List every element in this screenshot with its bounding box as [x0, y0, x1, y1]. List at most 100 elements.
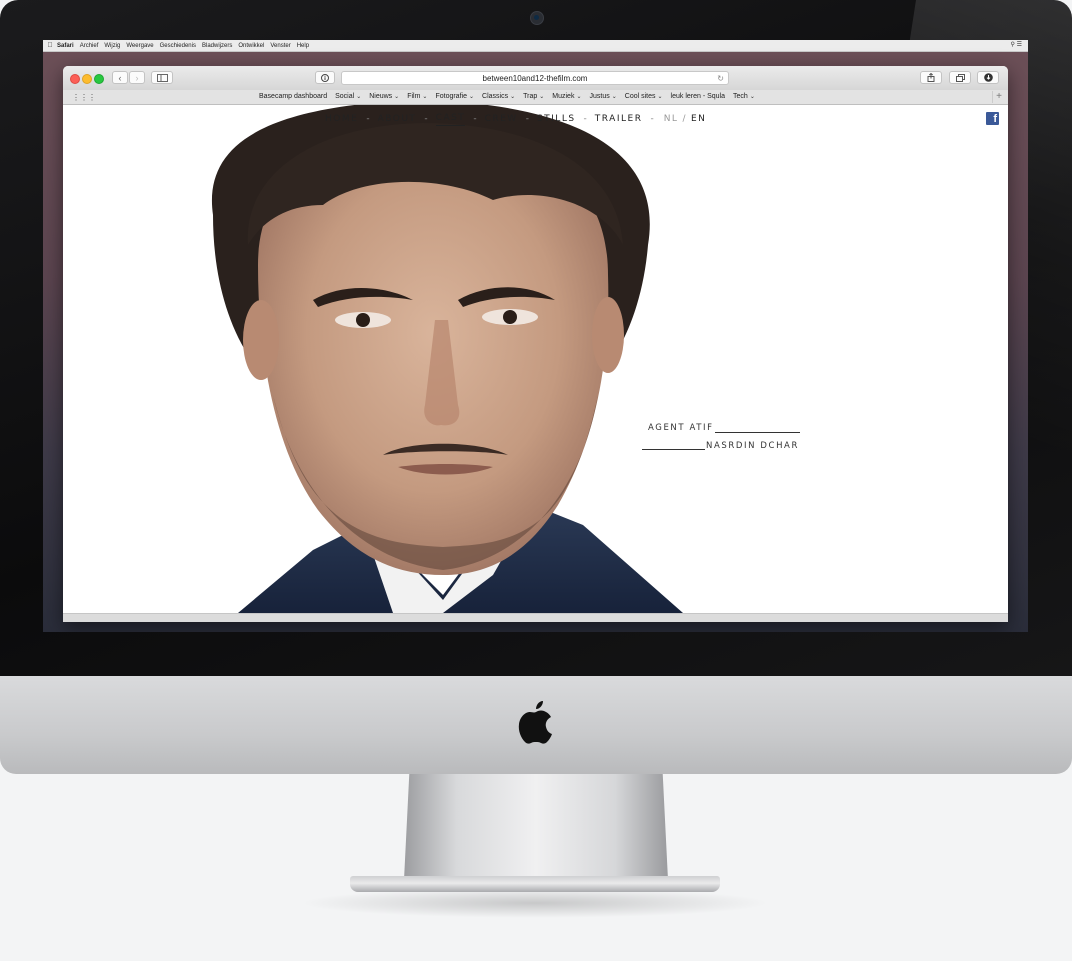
- download-icon: [983, 73, 993, 82]
- url-text: between10and12-thefilm.com: [482, 74, 588, 83]
- tabs-icon: [955, 73, 965, 82]
- bookmark-label: Classics: [482, 93, 509, 100]
- bookmark-fotografie[interactable]: Fotografie ⌄: [435, 93, 474, 100]
- menu-item-archief[interactable]: Archief: [80, 43, 99, 49]
- nav-separator: -: [650, 114, 654, 124]
- lang-en[interactable]: EN: [691, 114, 706, 124]
- bookmark-muziek[interactable]: Muziek ⌄: [552, 93, 581, 100]
- close-window-button[interactable]: [70, 74, 80, 84]
- chevron-down-icon: ⌄: [539, 94, 545, 100]
- bookmark-label: Trap: [523, 93, 538, 100]
- bookmark-label: Fotografie: [435, 93, 467, 100]
- site-info-button[interactable]: [315, 71, 335, 84]
- site-navigation: HOME - ABOUT - CAST - CREW - STILLS - TR…: [325, 112, 706, 126]
- chevron-down-icon: ⌄: [657, 94, 663, 100]
- menu-item-geschiedenis[interactable]: Geschiedenis: [160, 43, 196, 49]
- chevron-down-icon: ⌄: [576, 94, 582, 100]
- bookmark-list: Basecamp dashboard Social ⌄ Nieuws ⌄ Film ⌄…: [259, 93, 763, 100]
- nav-stills[interactable]: STILLS: [537, 114, 576, 124]
- nav-about[interactable]: ABOUT: [378, 114, 417, 124]
- show-tabs-button[interactable]: [949, 71, 971, 84]
- apple-menu-icon[interactable]: : [43, 42, 57, 49]
- bookmark-tech[interactable]: Tech ⌄: [733, 93, 755, 100]
- chevron-down-icon: ⌄: [394, 94, 400, 100]
- bookmark-basecamp[interactable]: Basecamp dashboard: [259, 93, 327, 100]
- cast-role: AGENT ATIF: [648, 423, 714, 433]
- chevron-down-icon: ⌄: [611, 94, 617, 100]
- share-button[interactable]: [920, 71, 942, 84]
- bookmark-justus[interactable]: Justus ⌄: [590, 93, 617, 100]
- bookmark-trap[interactable]: Trap ⌄: [523, 93, 544, 100]
- reload-icon[interactable]: ↻: [717, 72, 724, 85]
- bookmark-classics[interactable]: Classics ⌄: [482, 93, 515, 100]
- nav-cast[interactable]: CAST: [435, 113, 466, 126]
- menu-item-weergave[interactable]: Weergave: [126, 43, 153, 49]
- bookmark-social[interactable]: Social ⌄: [335, 93, 361, 100]
- bookmark-label: leuk leren - Squla: [670, 93, 726, 100]
- back-button[interactable]: ‹: [112, 71, 128, 84]
- camera-icon: [530, 11, 544, 25]
- nav-separator: -: [583, 114, 587, 124]
- facebook-glyph: f: [993, 113, 997, 125]
- lang-separator: /: [682, 114, 687, 124]
- imac-stand-base: [350, 876, 720, 892]
- actor-underline: [642, 449, 705, 450]
- nav-home[interactable]: HOME: [325, 114, 358, 124]
- facebook-icon[interactable]: f: [986, 112, 999, 125]
- top-sites-grid-icon[interactable]: ⋮⋮⋮: [72, 93, 96, 102]
- browser-toolbar: ‹ › between10and12-thefilm.com ↻: [63, 66, 1008, 90]
- address-bar[interactable]: between10and12-thefilm.com ↻: [341, 71, 729, 85]
- bookmarks-bar: ⋮⋮⋮ Basecamp dashboard Social ⌄ Nieuws ⌄ F…: [63, 90, 1008, 105]
- sidebar-toggle-button[interactable]: [151, 71, 173, 84]
- info-icon: [321, 73, 329, 82]
- bookmark-squla[interactable]: leuk leren - Squla: [671, 93, 725, 100]
- bookmark-label: Nieuws: [369, 93, 393, 100]
- chevron-left-icon: ‹: [118, 72, 122, 83]
- bookmark-film[interactable]: Film ⌄: [407, 93, 427, 100]
- forward-button[interactable]: ›: [129, 71, 145, 84]
- menu-item-wijzig[interactable]: Wijzig: [104, 43, 120, 49]
- nav-separator: -: [366, 114, 370, 124]
- bookmark-nieuws[interactable]: Nieuws ⌄: [369, 93, 399, 100]
- bookmark-label: Justus: [589, 93, 610, 100]
- minimize-window-button[interactable]: [82, 74, 92, 84]
- imac-stand: [404, 774, 668, 880]
- role-underline: [715, 432, 800, 433]
- imac-bezel:  Safari Archief Wijzig Weergave Geschie…: [0, 0, 1072, 676]
- chevron-down-icon: ⌄: [749, 94, 755, 100]
- actor-portrait: [211, 105, 683, 613]
- share-icon: [927, 73, 935, 82]
- downloads-button[interactable]: [977, 71, 999, 84]
- lang-nl[interactable]: NL: [664, 114, 679, 124]
- menu-item-bladwijzers[interactable]: Bladwijzers: [202, 43, 232, 49]
- bookmark-label: Cool sites: [624, 93, 656, 100]
- chevron-down-icon: ⌄: [356, 94, 362, 100]
- nav-separator: -: [473, 114, 477, 124]
- bookmark-cool-sites[interactable]: Cool sites ⌄: [625, 93, 663, 100]
- menu-item-help[interactable]: Help: [297, 43, 309, 49]
- web-page: HOME - ABOUT - CAST - CREW - STILLS - TR…: [63, 105, 1008, 613]
- menu-bar:  Safari Archief Wijzig Weergave Geschie…: [43, 40, 1028, 52]
- browser-window: ‹ › between10and12-thefilm.com ↻ ⋮⋮⋮ Bas…: [63, 66, 1008, 622]
- nav-separator: -: [424, 114, 428, 124]
- nav-trailer[interactable]: TRAILER: [595, 114, 643, 124]
- chevron-down-icon: ⌄: [468, 94, 475, 100]
- menu-item-venster[interactable]: Venster: [270, 43, 290, 49]
- cast-actor-name: NASRDIN DCHAR: [706, 441, 799, 451]
- sidebar-icon: [156, 73, 168, 82]
- bookmark-label: Tech: [733, 93, 748, 100]
- bookmark-label: Basecamp dashboard: [259, 93, 328, 100]
- nav-separator: -: [525, 114, 529, 124]
- stand-shadow: [300, 888, 770, 918]
- zoom-window-button[interactable]: [94, 74, 104, 84]
- nav-crew[interactable]: CREW: [485, 114, 518, 124]
- screen:  Safari Archief Wijzig Weergave Geschie…: [43, 40, 1028, 632]
- new-tab-plus-icon[interactable]: +: [992, 91, 1005, 103]
- chevron-down-icon: ⌄: [510, 94, 516, 100]
- menu-item-ontwikkel[interactable]: Ontwikkel: [238, 43, 264, 49]
- menubar-status-icons[interactable]: ⚲ ☰: [1011, 41, 1022, 48]
- chevron-down-icon: ⌄: [422, 94, 428, 100]
- bookmark-label: Muziek: [552, 93, 575, 100]
- chevron-right-icon: ›: [135, 72, 139, 83]
- menu-item-app[interactable]: Safari: [57, 43, 74, 49]
